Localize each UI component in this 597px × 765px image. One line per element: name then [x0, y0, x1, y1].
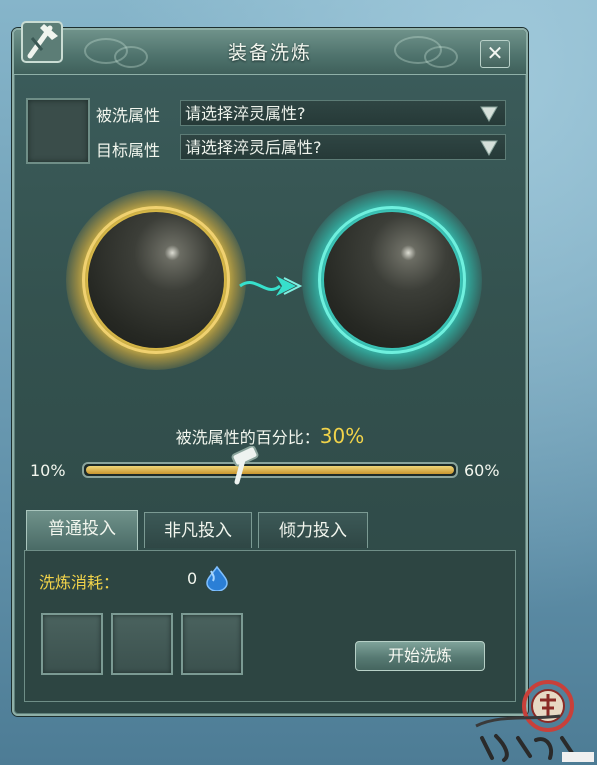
tab-full-input[interactable]: 倾力投入 [258, 512, 368, 548]
tab-panel: 洗炼消耗： 0 开始洗炼 [24, 550, 516, 702]
percentage-label: 被洗属性的百分比：30% [14, 424, 526, 448]
target-attribute-label: 目标属性 [96, 141, 161, 160]
slider-handle[interactable] [229, 446, 261, 486]
material-slot-3[interactable] [181, 613, 243, 675]
start-refine-button[interactable]: 开始洗炼 [355, 641, 485, 671]
tab-extraordinary-input[interactable]: 非凡投入 [144, 512, 252, 548]
target-orb [302, 190, 482, 370]
material-slot-2[interactable] [111, 613, 173, 675]
source-attribute-dropdown[interactable]: 请选择淬灵属性? [180, 100, 506, 126]
transfer-arrow-icon [239, 276, 303, 296]
refine-tool-icon [21, 21, 63, 63]
target-attribute-dropdown[interactable]: 请选择淬灵后属性? [180, 134, 506, 160]
equipment-slot[interactable] [26, 98, 90, 164]
percentage-caption: 被洗属性的百分比： [175, 428, 320, 447]
source-attribute-value: 请选择淬灵属性? [185, 104, 306, 123]
game-logo [475, 680, 594, 762]
percentage-value: 30% [319, 424, 365, 448]
equipment-refine-dialog: 装备洗炼 ✕ 被洗属性 请选择淬灵属性? 目标属性 请选择淬灵后属性? 被洗属性… [12, 21, 528, 716]
cost-label: 洗炼消耗： [39, 573, 120, 592]
material-slot-1[interactable] [41, 613, 103, 675]
dialog-titlebar[interactable]: 装备洗炼 [14, 30, 526, 75]
dialog-title: 装备洗炼 [227, 42, 312, 64]
percentage-slider[interactable] [82, 462, 458, 478]
source-orb [66, 190, 246, 370]
close-button[interactable]: ✕ [480, 40, 510, 68]
target-attribute-value: 请选择淬灵后属性? [185, 138, 322, 157]
source-attribute-label: 被洗属性 [96, 106, 161, 125]
chevron-down-icon[interactable] [479, 105, 499, 123]
range-max-label: 60% [464, 461, 500, 480]
tab-normal-input[interactable]: 普通投入 [26, 510, 138, 550]
slider-fill [86, 466, 454, 474]
cost-value: 0 [187, 569, 198, 588]
chevron-down-icon[interactable] [479, 139, 499, 157]
water-drop-icon [206, 565, 228, 591]
range-min-label: 10% [30, 461, 66, 480]
